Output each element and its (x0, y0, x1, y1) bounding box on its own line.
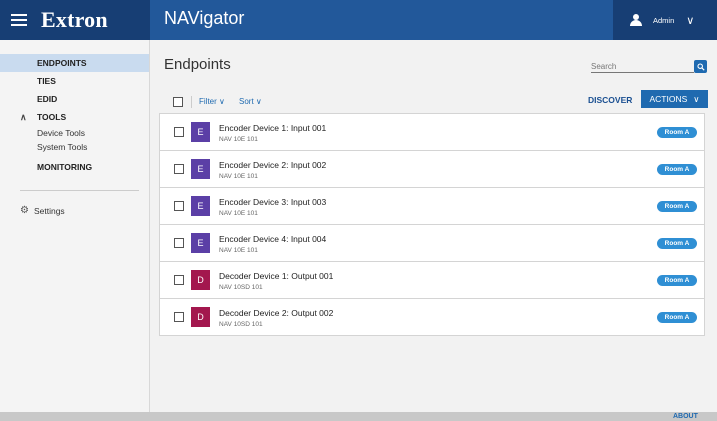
row-checkbox[interactable] (174, 275, 184, 285)
room-badge: Room A (657, 312, 697, 323)
chevron-down-icon: ∨ (686, 14, 695, 27)
search-button[interactable] (694, 60, 707, 73)
hamburger-icon[interactable] (11, 14, 27, 26)
brand-logo: Extron (41, 7, 108, 32)
row-checkbox[interactable] (174, 312, 184, 322)
endpoint-list: E Encoder Device 1: Input 001 NAV 10E 10… (159, 113, 705, 336)
search-input[interactable]: Search (591, 61, 694, 73)
sidebar-item-system-tools[interactable]: System Tools (0, 140, 149, 154)
room-badge: Room A (657, 164, 697, 175)
endpoint-row[interactable]: E Encoder Device 1: Input 001 NAV 10E 10… (159, 114, 705, 151)
filter-dropdown[interactable]: Filter ∨ (199, 97, 225, 106)
device-avatar: E (191, 122, 210, 142)
device-model: NAV 10SD 101 (219, 321, 263, 328)
user-menu[interactable]: Admin ∨ (613, 0, 717, 40)
user-name: Admin (653, 15, 675, 25)
device-model: NAV 10E 101 (219, 173, 258, 180)
row-checkbox[interactable] (174, 201, 184, 211)
sidebar-item-device-tools[interactable]: Device Tools (0, 126, 149, 140)
room-badge: Room A (657, 275, 697, 286)
page-title: Endpoints (164, 56, 231, 73)
row-checkbox[interactable] (174, 238, 184, 248)
chevron-down-icon: ∨ (219, 97, 225, 106)
device-avatar: D (191, 270, 210, 290)
sidebar-item-endpoints[interactable]: ENDPOINTS (0, 54, 149, 72)
settings-label: Settings (33, 205, 65, 216)
chevron-down-icon: ∨ (693, 93, 700, 104)
actions-button[interactable]: ACTIONS ∨ (641, 90, 708, 108)
toolbar-divider (191, 96, 192, 108)
device-name: Decoder Device 1: Output 001 (219, 271, 334, 281)
device-model: NAV 10E 101 (219, 210, 258, 217)
user-icon (630, 14, 642, 26)
device-model: NAV 10E 101 (219, 247, 258, 254)
endpoint-row[interactable]: E Encoder Device 4: Input 004 NAV 10E 10… (159, 225, 705, 262)
gear-icon: ⚙ (20, 205, 29, 216)
sidebar-item-ties[interactable]: TIES (0, 72, 149, 90)
endpoint-row[interactable]: D Decoder Device 1: Output 001 NAV 10SD … (159, 262, 705, 299)
select-all-checkbox[interactable] (173, 97, 183, 107)
device-name: Decoder Device 2: Output 002 (219, 308, 334, 318)
room-badge: Room A (657, 127, 697, 138)
sidebar-item-edid[interactable]: EDID (0, 90, 149, 108)
device-model: NAV 10E 101 (219, 136, 258, 143)
sidebar-item-tools[interactable]: ∧ TOOLS (0, 108, 149, 126)
device-name: Encoder Device 3: Input 003 (219, 197, 327, 207)
sidebar-item-tools-label: TOOLS (37, 112, 67, 122)
sidebar-item-settings[interactable]: ⚙ Settings (0, 205, 149, 216)
device-avatar: E (191, 233, 210, 253)
sort-dropdown[interactable]: Sort ∨ (239, 97, 262, 106)
row-checkbox[interactable] (174, 127, 184, 137)
about-link[interactable]: ABOUT (673, 413, 698, 420)
brand-bar: Extron (0, 0, 150, 40)
footer-bar (0, 412, 717, 421)
filter-label: Filter (199, 97, 217, 106)
endpoint-row[interactable]: E Encoder Device 2: Input 002 NAV 10E 10… (159, 151, 705, 188)
discover-button[interactable]: DISCOVER (588, 95, 632, 105)
sidebar: ENDPOINTS TIES EDID ∧ TOOLS Device Tools… (0, 40, 150, 412)
device-avatar: E (191, 159, 210, 179)
actions-label: ACTIONS (649, 94, 688, 104)
endpoint-row[interactable]: E Encoder Device 3: Input 003 NAV 10E 10… (159, 188, 705, 225)
main-content: Endpoints Search Filter ∨ Sort ∨ DISCOVE… (150, 40, 717, 412)
search-icon (696, 62, 705, 71)
app-header: NAVigator Admin ∨ (150, 0, 717, 40)
device-avatar: D (191, 307, 210, 327)
row-checkbox[interactable] (174, 164, 184, 174)
room-badge: Room A (657, 201, 697, 212)
device-name: Encoder Device 4: Input 004 (219, 234, 327, 244)
endpoint-row[interactable]: D Decoder Device 2: Output 002 NAV 10SD … (159, 299, 705, 336)
device-avatar: E (191, 196, 210, 216)
device-name: Encoder Device 2: Input 002 (219, 160, 327, 170)
sort-label: Sort (239, 97, 254, 106)
chevron-up-icon: ∧ (20, 111, 27, 122)
device-name: Encoder Device 1: Input 001 (219, 123, 327, 133)
app-title: NAVigator (164, 8, 245, 28)
room-badge: Room A (657, 238, 697, 249)
sidebar-divider (20, 190, 139, 191)
device-model: NAV 10SD 101 (219, 284, 263, 291)
sidebar-item-monitoring[interactable]: MONITORING (0, 158, 149, 176)
chevron-down-icon: ∨ (255, 97, 262, 106)
